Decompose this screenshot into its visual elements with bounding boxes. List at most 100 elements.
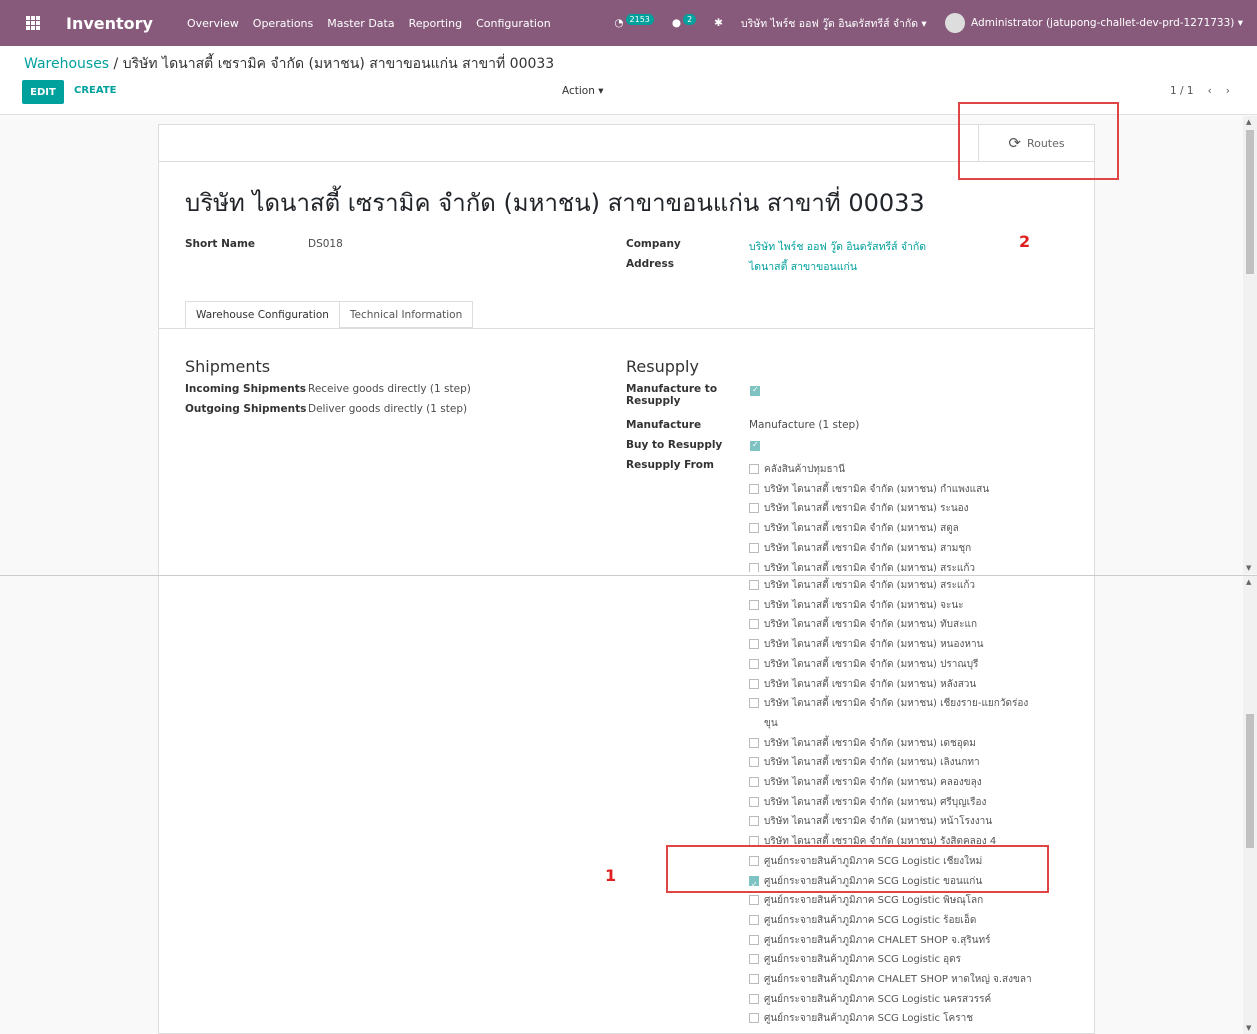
breadcrumb-warehouses[interactable]: Warehouses	[24, 56, 109, 72]
resupply-warehouse-item[interactable]: บริษัท ไดนาสตี้ เซรามิค จำกัด (มหาชน) เช…	[749, 694, 1039, 733]
resupply-warehouse-item[interactable]: ศูนย์กระจายสินค้าภูมิภาค SCG Logistic โค…	[749, 1009, 1039, 1029]
company-label: Company	[626, 238, 681, 250]
resupply-warehouse-checkbox[interactable]	[749, 523, 759, 534]
resupply-warehouse-checkbox[interactable]	[749, 757, 759, 768]
activity-menu[interactable]: ◔ 2153	[614, 13, 654, 29]
debug-bug-icon[interactable]: ✱	[714, 17, 723, 29]
company-link[interactable]: บริษัท ไพร์ช ออฟ วู๊ด อินดรัสทรีส์ จำกัด	[749, 238, 926, 255]
breadcrumb: Warehouses / บริษัท ไดนาสตี้ เซรามิค จำก…	[24, 53, 554, 75]
menu-item-master-data[interactable]: Master Data	[327, 17, 394, 30]
scroll-thumb-top[interactable]	[1246, 130, 1254, 274]
address-link[interactable]: ไดนาสตี้ สาขาขอนแก่น	[749, 258, 857, 275]
resupply-warehouse-checkbox[interactable]	[749, 483, 759, 494]
short-name-label: Short Name	[185, 238, 256, 250]
apps-grid-icon[interactable]	[26, 16, 42, 30]
action-dropdown[interactable]: Action ▾	[562, 85, 604, 97]
scrollbar-top[interactable]: ▲ ▼	[1243, 116, 1257, 574]
resupply-warehouse-item[interactable]: บริษัท ไดนาสตี้ เซรามิค จำกัด (มหาชน) จะ…	[749, 596, 1039, 616]
resupply-warehouse-item[interactable]: บริษัท ไดนาสตี้ เซรามิค จำกัด (มหาชน) สร…	[749, 576, 1039, 596]
resupply-warehouse-item[interactable]: บริษัท ไดนาสตี้ เซรามิค จำกัด (มหาชน) ระ…	[749, 499, 1039, 519]
resupply-warehouse-checkbox[interactable]	[749, 599, 759, 610]
menu-item-configuration[interactable]: Configuration	[476, 17, 551, 30]
resupply-warehouse-checkbox[interactable]	[749, 580, 759, 590]
resupply-warehouse-checkbox[interactable]	[749, 954, 759, 965]
messaging-menu[interactable]: ● 2	[672, 13, 697, 29]
split-divider	[0, 575, 1257, 576]
company-switcher[interactable]: บริษัท ไพร์ช ออฟ วู๊ด อินดรัสทรีส์ จำกัด…	[741, 15, 927, 32]
resupply-warehouse-item[interactable]: บริษัท ไดนาสตี้ เซรามิค จำกัด (มหาชน) สร…	[749, 559, 1039, 572]
user-menu[interactable]: Administrator (jatupong-challet-dev-prd-…	[944, 13, 1243, 33]
resupply-warehouse-checkbox[interactable]	[749, 796, 759, 807]
edit-button[interactable]: EDIT	[22, 80, 64, 104]
tab-warehouse-configuration[interactable]: Warehouse Configuration	[185, 301, 340, 328]
resupply-warehouse-label: คลังสินค้าปทุมธานี	[764, 464, 846, 475]
resupply-warehouse-item[interactable]: บริษัท ไดนาสตี้ เซรามิค จำกัด (มหาชน) ปร…	[749, 655, 1039, 675]
resupply-warehouse-checkbox[interactable]	[749, 816, 759, 827]
menu-item-operations[interactable]: Operations	[253, 17, 313, 30]
menu-item-reporting[interactable]: Reporting	[409, 17, 462, 30]
resupply-warehouse-label: บริษัท ไดนาสตี้ เซรามิค จำกัด (มหาชน) เช…	[764, 698, 1029, 729]
pager-next-icon[interactable]: ›	[1226, 85, 1230, 97]
scroll-thumb-bottom[interactable]	[1246, 714, 1254, 848]
buy-to-resupply-label: Buy to Resupply	[626, 439, 723, 451]
resupply-warehouse-item[interactable]: บริษัท ไดนาสตี้ เซรามิค จำกัด (มหาชน) สา…	[749, 539, 1039, 559]
resupply-warehouse-checkbox[interactable]	[749, 542, 759, 553]
resupply-warehouse-item[interactable]: บริษัท ไดนาสตี้ เซรามิค จำกัด (มหาชน) เด…	[749, 734, 1039, 754]
resupply-warehouse-item[interactable]: ศูนย์กระจายสินค้าภูมิภาค CHALET SHOP หาด…	[749, 970, 1039, 990]
scroll-down-icon[interactable]: ▼	[1246, 564, 1251, 572]
resupply-warehouse-item[interactable]: ศูนย์กระจายสินค้าภูมิภาค SCG Logistic อุ…	[749, 950, 1039, 970]
scroll-up-icon[interactable]: ▲	[1246, 578, 1251, 586]
resupply-warehouse-label: บริษัท ไดนาสตี้ เซรามิค จำกัด (มหาชน) เล…	[764, 757, 980, 769]
resupply-warehouse-checkbox[interactable]	[749, 658, 759, 669]
scroll-down-icon[interactable]: ▼	[1246, 1024, 1251, 1032]
resupply-warehouse-item[interactable]: บริษัท ไดนาสตี้ เซรามิค จำกัด (มหาชน) ทั…	[749, 615, 1039, 635]
form-sheet: ⟳ Routes บริษัท ไดนาสตี้ เซรามิค จำกัด (…	[158, 124, 1095, 1034]
resupply-warehouse-checkbox[interactable]	[749, 974, 759, 985]
resupply-warehouse-item[interactable]: บริษัท ไดนาสตี้ เซรามิค จำกัด (มหาชน) เล…	[749, 753, 1039, 773]
tab-technical-information[interactable]: Technical Information	[338, 301, 474, 328]
button-box: ⟳ Routes	[159, 125, 1094, 162]
resupply-warehouse-item[interactable]: ศูนย์กระจายสินค้าภูมิภาค SCG Logistic พิ…	[749, 891, 1039, 911]
app-brand[interactable]: Inventory	[66, 14, 153, 33]
resupply-warehouse-checkbox[interactable]	[749, 639, 759, 650]
resupply-warehouse-checkbox[interactable]	[749, 914, 759, 925]
resupply-warehouse-item[interactable]: บริษัท ไดนาสตี้ เซรามิค จำกัด (มหาชน) คล…	[749, 773, 1039, 793]
pager-prev-icon[interactable]: ‹	[1208, 85, 1212, 97]
scroll-up-icon[interactable]: ▲	[1246, 118, 1251, 126]
resupply-warehouse-checkbox[interactable]	[749, 464, 759, 474]
resupply-warehouse-checkbox[interactable]	[749, 503, 759, 514]
annotation-box-khon-kaen	[666, 845, 1049, 893]
resupply-warehouse-checkbox[interactable]	[749, 698, 759, 709]
incoming-shipments-value: Receive goods directly (1 step)	[308, 383, 471, 395]
resupply-warehouse-item[interactable]: ศูนย์กระจายสินค้าภูมิภาค SCG Logistic ร้…	[749, 911, 1039, 931]
resupply-warehouse-label: บริษัท ไดนาสตี้ เซรามิค จำกัด (มหาชน) หน…	[764, 639, 984, 651]
pager-value[interactable]: 1 / 1	[1170, 85, 1194, 97]
scrollbar-bottom[interactable]: ▲ ▼	[1243, 576, 1257, 1034]
systray: ◔ 2153 ● 2 ✱ บริษัท ไพร์ช ออฟ วู๊ด อินดร…	[614, 0, 1243, 46]
create-button[interactable]: CREATE	[74, 85, 117, 96]
resupply-warehouse-checkbox[interactable]	[749, 619, 759, 630]
resupply-warehouse-item[interactable]: ศูนย์กระจายสินค้าภูมิภาค CHALET SHOP จ.ส…	[749, 931, 1039, 951]
resupply-warehouse-item[interactable]: บริษัท ไดนาสตี้ เซรามิค จำกัด (มหาชน) สต…	[749, 519, 1039, 539]
resupply-warehouse-label: ศูนย์กระจายสินค้าภูมิภาค CHALET SHOP จ.ส…	[764, 934, 991, 946]
resupply-warehouse-checkbox[interactable]	[749, 737, 759, 748]
resupply-warehouse-item[interactable]: บริษัท ไดนาสตี้ เซรามิค จำกัด (มหาชน) หล…	[749, 675, 1039, 695]
resupply-warehouse-checkbox[interactable]	[749, 895, 759, 906]
resupply-warehouse-checkbox[interactable]	[749, 777, 759, 788]
resupply-warehouse-checkbox[interactable]	[749, 993, 759, 1004]
resupply-warehouse-checkbox[interactable]	[749, 934, 759, 945]
resupply-warehouse-item[interactable]: บริษัท ไดนาสตี้ เซรามิค จำกัด (มหาชน) ศร…	[749, 793, 1039, 813]
resupply-warehouse-item[interactable]: บริษัท ไดนาสตี้ เซรามิค จำกัด (มหาชน) กำ…	[749, 480, 1039, 500]
buy-to-resupply-checkbox[interactable]	[750, 440, 760, 451]
menu-item-overview[interactable]: Overview	[187, 17, 239, 30]
manufacture-value[interactable]: Manufacture (1 step)	[749, 419, 859, 431]
resupply-warehouse-checkbox[interactable]	[749, 562, 759, 572]
resupply-warehouse-item[interactable]: บริษัท ไดนาสตี้ เซรามิค จำกัด (มหาชน) หน…	[749, 812, 1039, 832]
resupply-warehouse-item[interactable]: บริษัท ไดนาสตี้ เซรามิค จำกัด (มหาชน) หน…	[749, 635, 1039, 655]
resupply-warehouse-item[interactable]: ศูนย์กระจายสินค้าภูมิภาค SCG Logistic นค…	[749, 990, 1039, 1010]
resupply-warehouse-item[interactable]: คลังสินค้าปทุมธานี	[749, 460, 1039, 480]
resupply-warehouse-label: ศูนย์กระจายสินค้าภูมิภาค SCG Logistic โค…	[764, 1013, 973, 1025]
resupply-warehouse-checkbox[interactable]	[749, 678, 759, 689]
mto-checkbox[interactable]	[750, 385, 760, 396]
resupply-warehouse-checkbox[interactable]	[749, 1013, 759, 1024]
